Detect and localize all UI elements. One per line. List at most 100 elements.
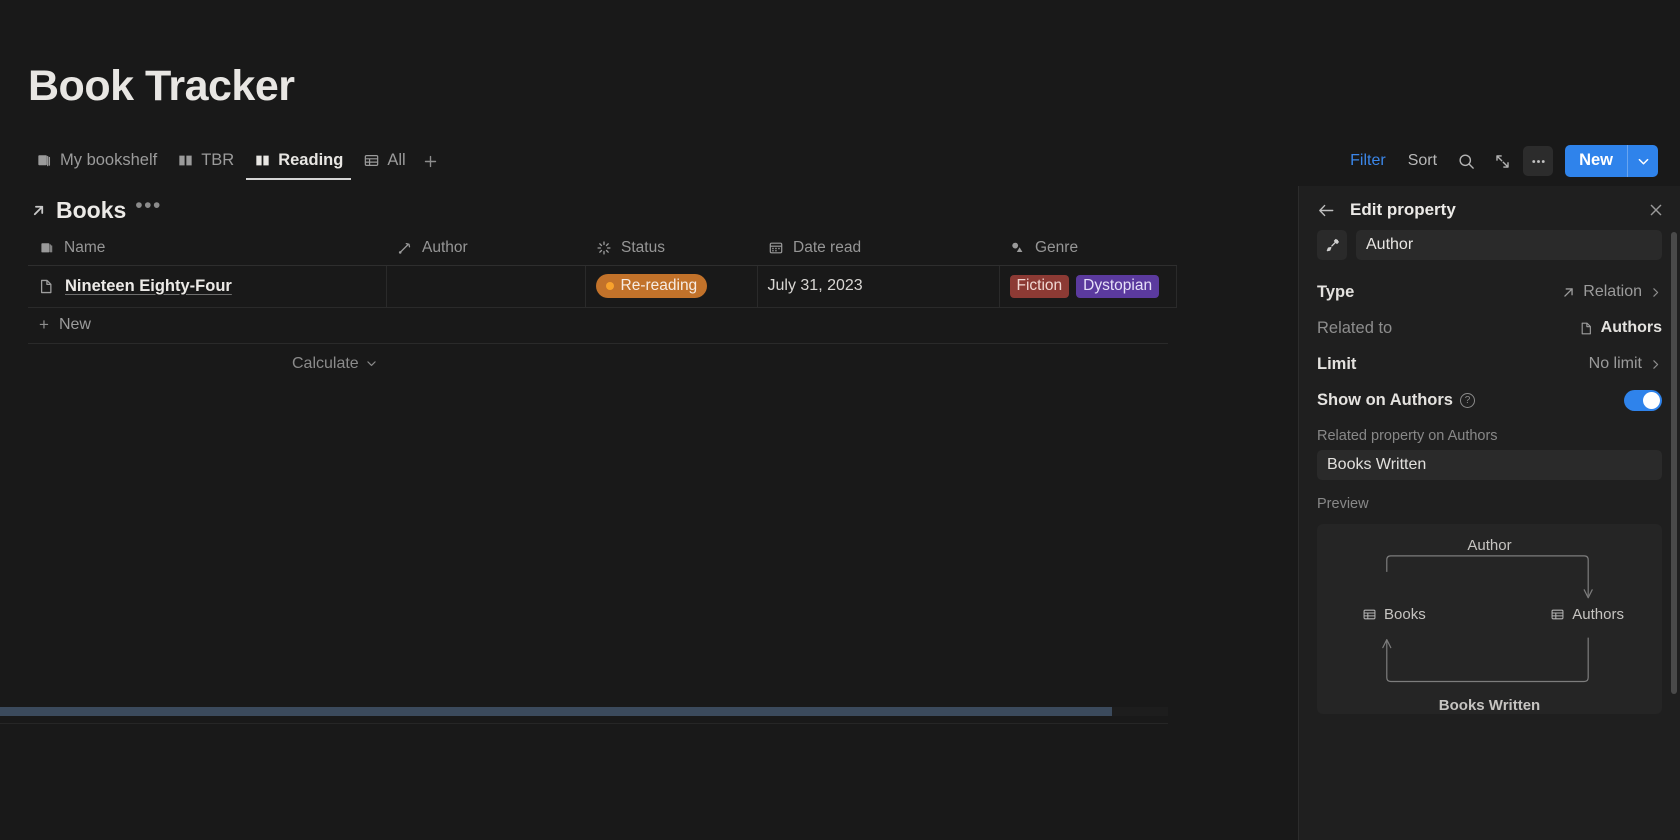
view-toolbar: Filter Sort New (1342, 142, 1658, 180)
more-options-button[interactable] (1523, 146, 1554, 176)
preview-node-authors: Authors (1550, 606, 1624, 623)
multi-select-icon (1009, 240, 1026, 257)
cell-author[interactable] (386, 265, 586, 308)
status-label: Re-reading (620, 277, 698, 294)
view-tabs: My bookshelf TBR Reading All (0, 142, 444, 180)
tab-label: TBR (201, 150, 235, 169)
column-header-genre[interactable]: Genre (999, 232, 1177, 266)
panel-header: Edit property (1299, 186, 1680, 228)
calculate-button[interactable]: Calculate (292, 355, 378, 373)
database-options-icon[interactable]: ••• (135, 195, 162, 219)
related-property-section-label: Related property on Authors (1317, 428, 1498, 444)
limit-value: No limit (1588, 355, 1642, 372)
open-book-icon (177, 152, 194, 169)
title-icon (38, 240, 55, 257)
tab-tbr[interactable]: TBR (169, 142, 242, 180)
table-icon (363, 152, 380, 169)
preview-node-label: Books (1384, 606, 1426, 623)
expand-diagonal-icon[interactable] (1487, 146, 1517, 176)
add-view-button[interactable] (418, 142, 444, 180)
toggle-knob (1643, 391, 1660, 409)
cell-name[interactable]: Nineteen Eighty-Four (28, 265, 387, 308)
table-row[interactable]: Nineteen Eighty-Four Re-reading July 31,… (28, 265, 1178, 308)
new-button-group: New (1565, 145, 1658, 177)
tab-my-bookshelf[interactable]: My bookshelf (28, 142, 165, 180)
plus-icon: + (39, 315, 49, 334)
status-icon (595, 240, 612, 257)
related-property-value[interactable]: Books Written (1317, 450, 1662, 480)
panel-title: Edit property (1350, 200, 1456, 219)
limit-value-group: No limit (1589, 355, 1662, 373)
help-icon[interactable]: ? (1459, 392, 1475, 408)
preview-node-label: Authors (1572, 606, 1624, 623)
genre-tag: Dystopian (1076, 274, 1160, 298)
status-badge[interactable]: Re-reading (595, 274, 708, 298)
sort-button[interactable]: Sort (1400, 147, 1445, 175)
books-stack-icon (36, 152, 53, 169)
column-label: Status (621, 239, 665, 257)
close-icon[interactable] (1648, 202, 1664, 218)
column-label: Author (422, 239, 468, 257)
tab-label: Reading (278, 150, 344, 169)
related-to-label: Related to (1317, 318, 1393, 337)
database-title[interactable]: Books (56, 197, 126, 224)
column-header-name[interactable]: Name (28, 232, 386, 266)
open-book-icon (254, 152, 271, 169)
cell-status[interactable]: Re-reading (585, 265, 758, 308)
edit-property-panel: Edit property Type Relation Related to (1298, 186, 1680, 840)
column-label: Genre (1035, 239, 1079, 257)
preview-section-label: Preview (1317, 496, 1369, 512)
cell-genre[interactable]: Fiction Dystopian (999, 265, 1178, 308)
chevron-down-icon (367, 361, 376, 367)
paintbrush-icon[interactable] (1317, 230, 1347, 260)
show-on-label: Show on Authors (1317, 390, 1453, 409)
type-label: Type (1317, 282, 1355, 301)
show-on-authors-toggle[interactable] (1624, 389, 1662, 411)
column-header-author[interactable]: Author (386, 232, 585, 266)
genre-tag: Fiction (1009, 274, 1070, 298)
page-icon (38, 278, 55, 295)
property-type-row[interactable]: Type Relation (1299, 274, 1680, 310)
show-on-authors-row: Show on Authors ? (1299, 382, 1680, 418)
property-name-row (1299, 228, 1680, 260)
date-value: July 31, 2023 (767, 277, 863, 294)
relation-icon (396, 240, 413, 257)
table-header-row: Name Author Status Date read Genre (28, 232, 1177, 266)
chevron-right-icon (1649, 286, 1662, 299)
table-icon (1362, 607, 1377, 622)
table-icon (1550, 607, 1565, 622)
filter-button[interactable]: Filter (1342, 147, 1394, 175)
page-title: Book Tracker (28, 62, 295, 110)
relation-preview-diagram: Author Books Authors Books Written (1317, 524, 1662, 714)
calendar-icon (767, 240, 784, 257)
panel-scrollbar-thumb[interactable] (1671, 232, 1677, 694)
row-title[interactable]: Nineteen Eighty-Four (65, 277, 232, 296)
relation-arrow-icon (1561, 285, 1576, 300)
new-row-button[interactable]: + New (28, 308, 1168, 344)
books-table: Name Author Status Date read Genre Ninet… (28, 232, 1178, 308)
tab-reading[interactable]: Reading (246, 142, 352, 180)
column-label: Date read (793, 239, 862, 257)
column-header-date-read[interactable]: Date read (757, 232, 999, 266)
new-button[interactable]: New (1565, 145, 1627, 177)
ellipsis-icon (1531, 159, 1545, 163)
chevron-down-icon (1638, 158, 1648, 164)
search-icon[interactable] (1451, 146, 1481, 176)
limit-label: Limit (1317, 354, 1357, 373)
related-to-value: Authors (1600, 319, 1662, 336)
horizontal-scrollbar-thumb[interactable] (0, 707, 1112, 716)
cell-date-read[interactable]: July 31, 2023 (757, 265, 1000, 308)
plus-icon (424, 155, 437, 167)
page-icon (1579, 321, 1594, 336)
chevron-right-icon (1649, 358, 1662, 371)
related-to-row[interactable]: Related to Authors (1299, 310, 1680, 346)
column-header-status[interactable]: Status (585, 232, 757, 266)
type-value-group: Relation (1561, 283, 1662, 301)
limit-row[interactable]: Limit No limit (1299, 346, 1680, 382)
arrow-up-right-icon[interactable] (30, 202, 47, 219)
content-bottom-divider (0, 723, 1168, 724)
arrow-left-icon[interactable] (1317, 201, 1336, 220)
tab-all[interactable]: All (355, 142, 413, 180)
new-button-dropdown[interactable] (1628, 145, 1658, 177)
property-name-input[interactable] (1356, 230, 1662, 260)
